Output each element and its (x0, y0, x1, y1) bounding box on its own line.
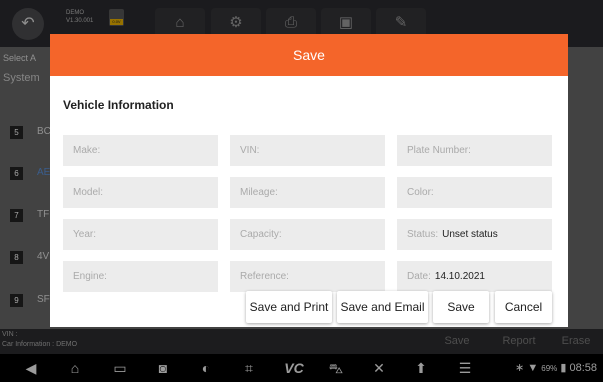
cancel-button[interactable]: Cancel (495, 291, 552, 323)
save-and-print-button[interactable]: Save and Print (246, 291, 332, 323)
status-field[interactable]: Status: Unset status (397, 219, 552, 250)
save-dialog: Save Vehicle Information Make: VIN: Plat… (50, 34, 568, 327)
make-field[interactable]: Make: (63, 135, 218, 166)
mileage-field[interactable]: Mileage: (230, 177, 385, 208)
year-field[interactable]: Year: (63, 219, 218, 250)
capacity-field[interactable]: Capacity: (230, 219, 385, 250)
model-field[interactable]: Model: (63, 177, 218, 208)
dialog-actions: Save and Print Save and Email Save Cance… (50, 289, 568, 327)
plate-number-field[interactable]: Plate Number: (397, 135, 552, 166)
save-button[interactable]: Save (433, 291, 489, 323)
save-and-email-button[interactable]: Save and Email (337, 291, 428, 323)
dialog-title: Save (50, 34, 568, 76)
color-field[interactable]: Color: (397, 177, 552, 208)
vin-field[interactable]: VIN: (230, 135, 385, 166)
vehicle-info-heading: Vehicle Information (63, 98, 174, 112)
date-field[interactable]: Date: 14.10.2021 (397, 261, 552, 292)
reference-field[interactable]: Reference: (230, 261, 385, 292)
engine-field[interactable]: Engine: (63, 261, 218, 292)
